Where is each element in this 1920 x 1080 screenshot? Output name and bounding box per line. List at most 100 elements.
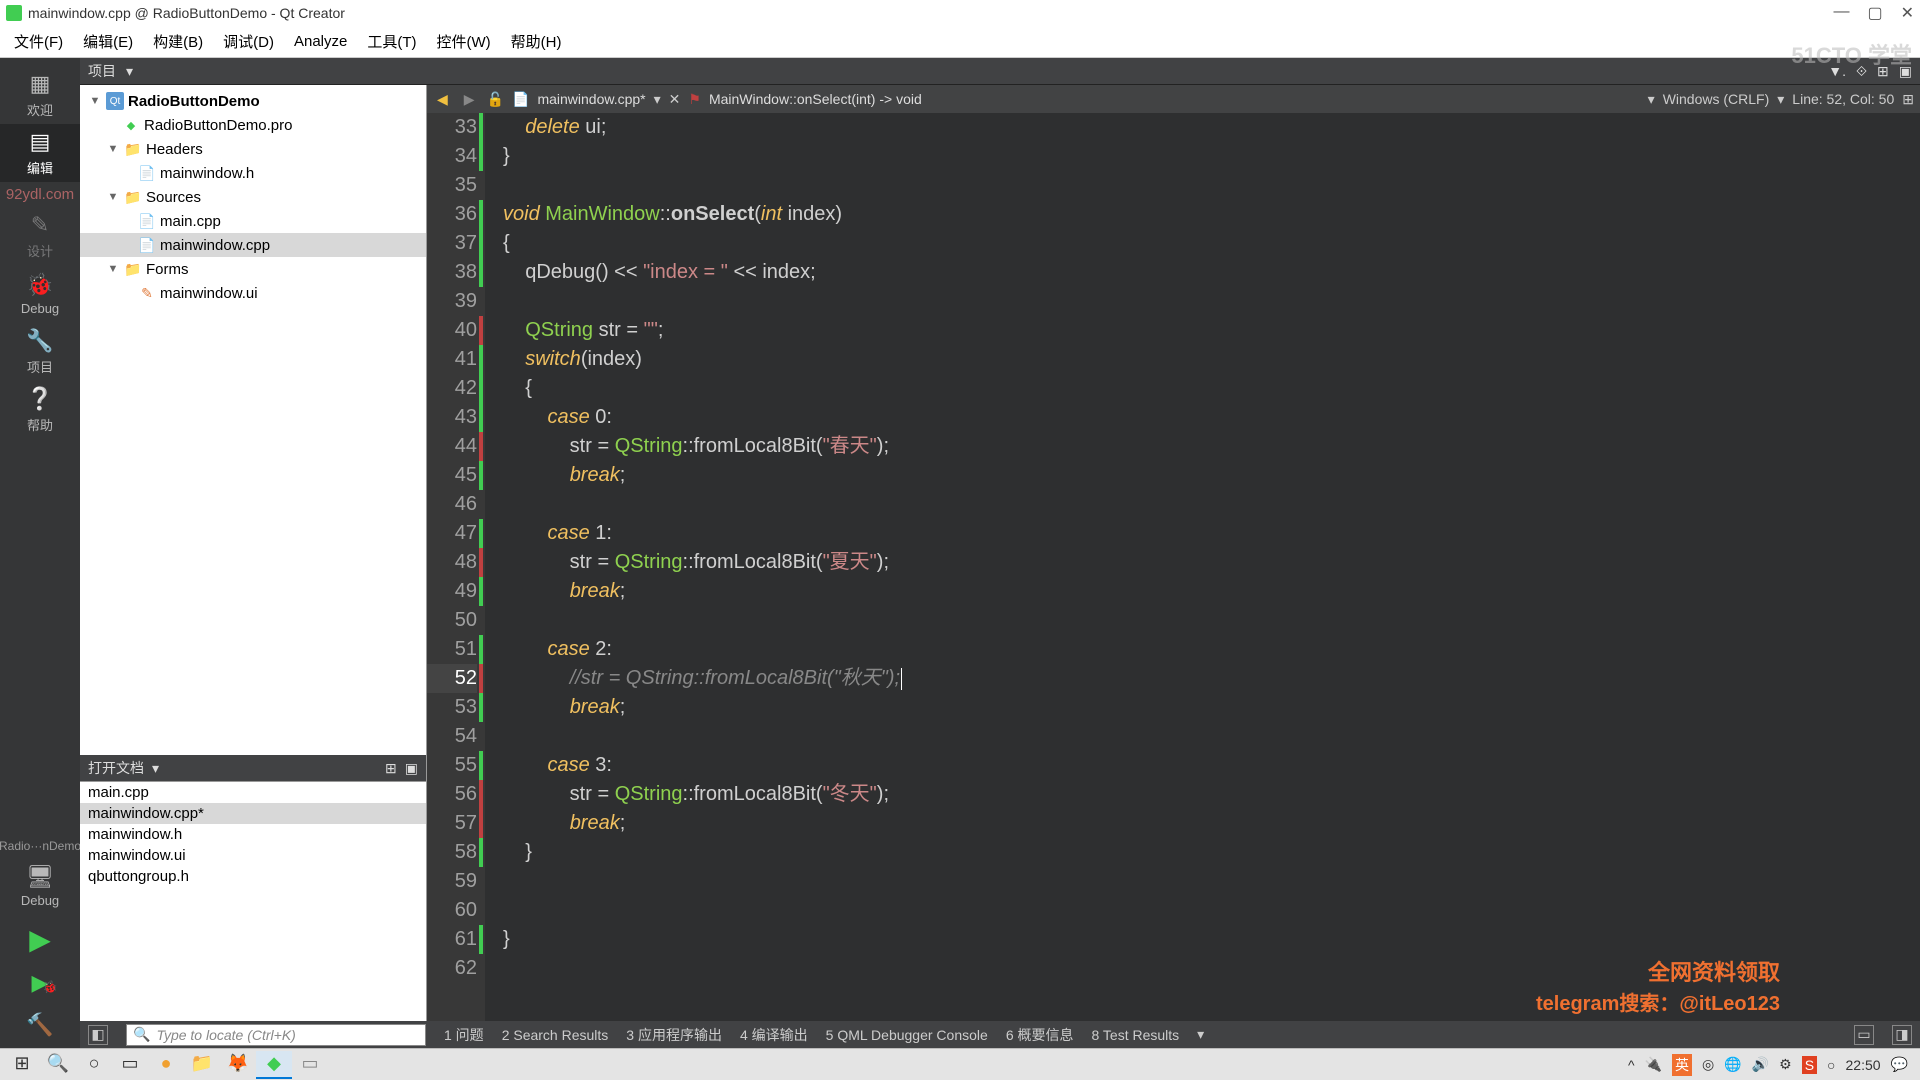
tree-forms-folder[interactable]: ▼📁Forms: [80, 257, 426, 281]
tab-search-results[interactable]: 2 Search Results: [502, 1027, 609, 1043]
menu-debug[interactable]: 调试(D): [217, 28, 280, 55]
menubar: 文件(F) 编辑(E) 构建(B) 调试(D) Analyze 工具(T) 控件…: [0, 26, 1920, 58]
tree-mainwindow-ui[interactable]: ✎mainwindow.ui: [80, 281, 426, 305]
open-doc-item[interactable]: main.cpp: [80, 782, 426, 803]
tray-expand-icon[interactable]: ^: [1628, 1057, 1635, 1073]
minimize-button[interactable]: —: [1833, 3, 1849, 23]
tree-pro-file[interactable]: ◆RadioButtonDemo.pro: [80, 113, 426, 137]
build-button[interactable]: 🔨: [26, 1002, 53, 1048]
cursor-position[interactable]: Line: 52, Col: 50: [1792, 91, 1894, 107]
volume-icon[interactable]: 🔊: [1752, 1056, 1769, 1073]
menu-tools[interactable]: 工具(T): [361, 28, 422, 55]
dropdown-icon[interactable]: ▾: [1197, 1026, 1204, 1043]
nav-forward-icon[interactable]: ▶: [460, 91, 479, 108]
task-view-icon[interactable]: ▭: [112, 1051, 148, 1079]
qtcreator-taskbar-icon[interactable]: ◆: [256, 1051, 292, 1079]
dropdown-icon[interactable]: ▾: [152, 760, 159, 777]
encoding-dropdown-icon[interactable]: ▾: [1777, 91, 1784, 108]
code-editor[interactable]: 3334353637383940414243444546474849505152…: [427, 113, 1920, 1021]
nav-back-icon[interactable]: ◀: [433, 91, 452, 108]
tab-issues[interactable]: 1 问题: [444, 1025, 484, 1045]
file-dropdown-icon[interactable]: ▾: [654, 91, 661, 108]
qt-app-icon: [6, 5, 22, 21]
tab-test-results[interactable]: 8 Test Results: [1092, 1027, 1180, 1043]
windows-taskbar[interactable]: ⊞ 🔍 ○ ▭ ● 📁 🦊 ◆ ▭ ^ 🔌 英 ◎ 🌐 🔊 ⚙ S ○ 22:5…: [0, 1048, 1920, 1080]
cortana-icon[interactable]: ○: [76, 1051, 112, 1079]
close-button[interactable]: ✕: [1901, 3, 1914, 23]
menu-edit[interactable]: 编辑(E): [77, 28, 139, 55]
run-debug-button[interactable]: ▶🐞: [32, 964, 49, 1002]
tree-headers-folder[interactable]: ▼📁Headers: [80, 137, 426, 161]
tray-app-icon[interactable]: ◎: [1702, 1056, 1714, 1073]
open-doc-item[interactable]: mainwindow.ui: [80, 845, 426, 866]
tab-app-output[interactable]: 3 应用程序输出: [626, 1025, 722, 1045]
toggle-sidebar-icon[interactable]: ◧: [88, 1025, 108, 1045]
locator-input[interactable]: 🔍 Type to locate (Ctrl+K): [126, 1024, 426, 1046]
tray-app-icon[interactable]: ○: [1827, 1057, 1835, 1073]
dropdown-icon[interactable]: ▾: [126, 63, 133, 80]
tree-mainwindow-h[interactable]: 📄mainwindow.h: [80, 161, 426, 185]
tab-general[interactable]: 6 概要信息: [1006, 1025, 1074, 1045]
search-icon: 🔍: [133, 1026, 150, 1043]
menu-build[interactable]: 构建(B): [147, 28, 209, 55]
app-icon[interactable]: ▭: [292, 1051, 328, 1079]
menu-analyze[interactable]: Analyze: [288, 30, 353, 53]
clock[interactable]: 22:50: [1846, 1057, 1881, 1073]
maximize-button[interactable]: ▢: [1867, 3, 1882, 23]
split-icon[interactable]: ⊞: [385, 760, 397, 777]
bug-icon: 🐞: [26, 272, 53, 298]
sogou-icon[interactable]: S: [1802, 1056, 1817, 1074]
menu-help[interactable]: 帮助(H): [505, 28, 568, 55]
mode-debug[interactable]: 🐞Debug: [0, 265, 80, 323]
mode-help[interactable]: ❔帮助: [0, 381, 80, 439]
chrome-icon[interactable]: ●: [148, 1051, 184, 1079]
editor-toolbar: ◀ ▶ 🔓 📄 mainwindow.cpp* ▾ ✕ ⚑ MainWindow…: [427, 85, 1920, 113]
close-pane-icon[interactable]: ▣: [405, 760, 418, 777]
tab-compile-output[interactable]: 4 编译输出: [740, 1025, 808, 1045]
explorer-icon[interactable]: 📁: [184, 1051, 220, 1079]
mode-projects[interactable]: 🔧项目: [0, 323, 80, 381]
line-gutter[interactable]: 3334353637383940414243444546474849505152…: [427, 113, 485, 1021]
open-doc-item[interactable]: mainwindow.h: [80, 824, 426, 845]
symbol-dropdown-icon[interactable]: ▾: [1648, 91, 1655, 108]
kit-selector[interactable]: Radio···nDemo: [0, 835, 85, 857]
start-button[interactable]: ⊞: [4, 1051, 40, 1079]
notifications-icon[interactable]: 💬: [1891, 1056, 1908, 1073]
tab-qml-console[interactable]: 5 QML Debugger Console: [826, 1027, 988, 1043]
kit-config[interactable]: 🖥Debug: [0, 857, 80, 915]
run-button[interactable]: ▶: [29, 915, 51, 964]
locator-placeholder: Type to locate (Ctrl+K): [156, 1027, 295, 1043]
firefox-icon[interactable]: 🦊: [220, 1051, 256, 1079]
tray-app-icon[interactable]: ⚙: [1779, 1056, 1792, 1073]
usb-icon[interactable]: 🔌: [1645, 1056, 1662, 1073]
open-doc-item[interactable]: mainwindow.cpp*: [80, 803, 426, 824]
open-docs-list[interactable]: main.cpp mainwindow.cpp* mainwindow.h ma…: [80, 781, 426, 1021]
search-button[interactable]: 🔍: [40, 1051, 76, 1079]
encoding-label[interactable]: Windows (CRLF): [1663, 91, 1770, 107]
tree-main-cpp[interactable]: 📄main.cpp: [80, 209, 426, 233]
menu-file[interactable]: 文件(F): [8, 28, 69, 55]
menu-widgets[interactable]: 控件(W): [431, 28, 497, 55]
window-titlebar: mainwindow.cpp @ RadioButtonDemo - Qt Cr…: [0, 0, 1920, 26]
tree-mainwindow-cpp[interactable]: 📄mainwindow.cpp: [80, 233, 426, 257]
mode-welcome[interactable]: ▦欢迎: [0, 66, 80, 124]
split-editor-icon[interactable]: ⊞: [1902, 91, 1914, 108]
project-tree[interactable]: ▼QtRadioButtonDemo ◆RadioButtonDemo.pro …: [80, 85, 426, 755]
grid-icon: ▦: [30, 71, 51, 97]
mode-edit[interactable]: ▤编辑: [0, 124, 80, 182]
symbol-selector[interactable]: MainWindow::onSelect(int) -> void: [709, 91, 922, 107]
toggle-right-sidebar-icon[interactable]: ◨: [1892, 1025, 1912, 1045]
window-title: mainwindow.cpp @ RadioButtonDemo - Qt Cr…: [28, 5, 345, 21]
tree-sources-folder[interactable]: ▼📁Sources: [80, 185, 426, 209]
network-icon[interactable]: 🌐: [1724, 1056, 1741, 1073]
mode-design[interactable]: ✎设计: [0, 207, 80, 265]
progress-icon[interactable]: ▭: [1854, 1025, 1874, 1045]
tree-project-root[interactable]: ▼QtRadioButtonDemo: [80, 89, 426, 113]
lock-icon[interactable]: 🔓: [487, 91, 504, 108]
close-tab-icon[interactable]: ✕: [669, 91, 681, 108]
open-doc-item[interactable]: qbuttongroup.h: [80, 866, 426, 887]
code-area[interactable]: delete ui;}void MainWindow::onSelect(int…: [485, 113, 1920, 1021]
system-tray[interactable]: ^ 🔌 英 ◎ 🌐 🔊 ⚙ S ○ 22:50 💬: [1628, 1054, 1916, 1076]
ime-icon[interactable]: 英: [1672, 1054, 1692, 1076]
editor-filename[interactable]: mainwindow.cpp*: [537, 91, 645, 107]
